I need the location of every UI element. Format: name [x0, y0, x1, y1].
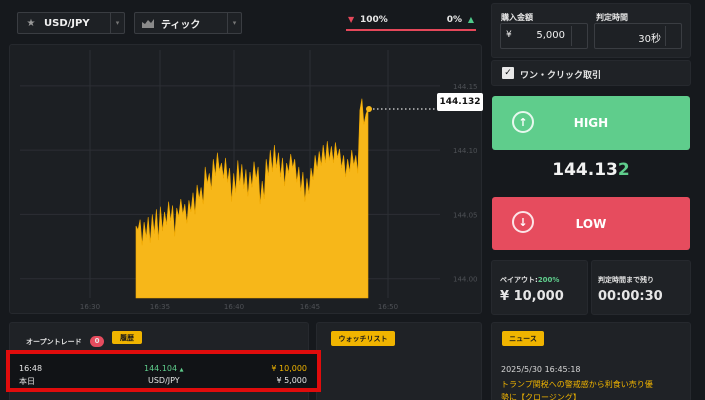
news-headline-line1[interactable]: トランプ関税への警戒感から利食い売り優 — [501, 379, 653, 390]
payout-label-text: ペイアウト: — [500, 276, 538, 284]
stepper-icon[interactable] — [571, 26, 585, 46]
trade-price: 144.104 — [144, 364, 178, 373]
x-tick-label: 16:50 — [378, 303, 398, 311]
currency-symbol: ¥ — [506, 30, 512, 40]
time-value: 30秒 — [638, 34, 661, 45]
trade-pair: USD/JPY — [148, 376, 180, 385]
y-tick-label: 144.05 — [453, 211, 478, 219]
high-label: HIGH — [573, 116, 609, 130]
chart-panel[interactable]: 144.15 144.10 144.05 144.00 16:30 16:35 16:40 1… — [9, 44, 483, 315]
live-price: 144.132 — [491, 160, 691, 180]
low-label: LOW — [575, 216, 607, 231]
trade-payout: ¥ 10,000 — [271, 364, 307, 373]
chart-type-select[interactable]: ティック ▾ — [134, 12, 242, 34]
ratio-left: 100% — [360, 15, 388, 25]
high-button[interactable]: ↑ HIGH — [492, 96, 690, 150]
ratio-bar — [346, 29, 476, 31]
amount-field[interactable]: ¥ 5,000 — [500, 23, 588, 49]
amount-value: 5,000 — [536, 30, 565, 41]
star-icon[interactable]: ★ — [24, 16, 38, 30]
current-price-label: 144.132 — [439, 97, 481, 107]
price-chart[interactable]: 144.15 144.10 144.05 144.00 16:30 16:35 16:40 1… — [10, 45, 483, 315]
up-arrow-icon: ▲ — [179, 367, 184, 373]
ratio-right: 0% — [446, 15, 462, 25]
payout-panel: ペイアウト:200% ¥ 10,000 — [491, 260, 588, 315]
news-timestamp: 2025/5/30 16:45:18 — [501, 365, 581, 374]
pair-select[interactable]: ★ USD/JPY ▾ — [17, 12, 125, 34]
down-arrow-icon: ▼ — [348, 15, 355, 24]
remaining-time-panel: 判定時間まで残り 00:00:30 — [591, 260, 691, 315]
arrow-down-circle-icon: ↓ — [512, 211, 534, 233]
x-tick-label: 16:45 — [300, 303, 320, 311]
remaining-label: 判定時間まで残り — [598, 276, 654, 284]
y-tick-label: 144.00 — [453, 276, 478, 284]
x-tick-label: 16:30 — [80, 303, 100, 311]
trade-settings-panel: 購入金額 ¥ 5,000 判定時間 30秒 — [491, 3, 691, 58]
history-tab[interactable]: 履歴 — [112, 331, 142, 344]
stepper-icon[interactable] — [665, 26, 679, 46]
chart-icon — [141, 16, 155, 30]
open-trade-row[interactable]: 16:48 本日 144.104 ▲ USD/JPY ¥ 10,000 ¥ 5,… — [6, 350, 321, 392]
news-headline-line2[interactable]: 勢に【クロージング】 — [501, 392, 581, 400]
time-field[interactable]: 30秒 — [594, 23, 682, 49]
chevron-down-icon: ▾ — [110, 13, 124, 33]
history-label: 履歴 — [120, 333, 134, 342]
y-tick-label: 144.15 — [453, 83, 478, 91]
chevron-down-icon: ▾ — [227, 13, 241, 33]
open-trades-count-badge: 0 — [90, 336, 104, 347]
watchlist-tab[interactable]: ウォッチリスト — [331, 331, 395, 346]
open-trades-label[interactable]: オープントレード — [26, 337, 82, 347]
one-click-label: ワン・クリック取引 — [520, 71, 602, 81]
time-label: 判定時間 — [596, 13, 628, 22]
current-price-dot — [366, 106, 372, 112]
current-price-tag: 144.132 — [437, 93, 483, 111]
price-main: 144.13 — [552, 160, 618, 180]
checkbox-icon[interactable]: ✓ — [502, 67, 514, 79]
trade-amount: ¥ 5,000 — [276, 376, 307, 385]
x-tick-label: 16:35 — [150, 303, 170, 311]
chart-type-label: ティック — [161, 19, 201, 31]
price-area — [135, 98, 369, 299]
payout-percent: 200% — [537, 276, 560, 284]
price-last-digit: 2 — [617, 160, 630, 180]
up-arrow-icon: ▲ — [467, 15, 474, 24]
pair-label: USD/JPY — [44, 17, 90, 29]
amount-label: 購入金額 — [501, 13, 533, 22]
trade-day: 本日 — [19, 377, 35, 386]
trade-time: 16:48 — [19, 364, 43, 373]
x-tick-label: 16:40 — [224, 303, 244, 311]
y-tick-label: 144.10 — [453, 147, 478, 155]
payout-label: ペイアウト:200% — [500, 275, 559, 285]
news-label: ニュース — [509, 334, 537, 343]
arrow-up-circle-icon: ↑ — [512, 111, 534, 133]
remaining-value: 00:00:30 — [598, 289, 663, 304]
watchlist-label: ウォッチリスト — [338, 334, 388, 343]
one-click-panel[interactable]: ✓ ワン・クリック取引 — [491, 60, 691, 86]
news-tab[interactable]: ニュース — [502, 331, 544, 346]
payout-value: ¥ 10,000 — [500, 289, 564, 304]
sentiment-ratio: ▼ 100% 0% ▲ — [346, 12, 476, 32]
trade-price-cell: 144.104 ▲ — [144, 364, 184, 373]
low-button[interactable]: ↓ LOW — [492, 197, 690, 250]
